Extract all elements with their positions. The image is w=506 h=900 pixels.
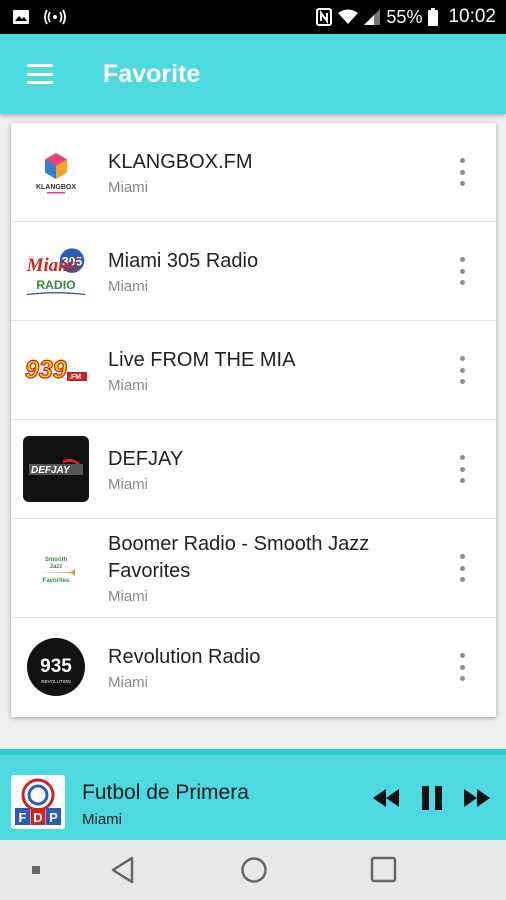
939-fm-logo: 939 .FM — [23, 337, 89, 403]
station-name: KLANGBOX.FM — [108, 150, 253, 173]
svg-text:Jazz: Jazz — [50, 564, 63, 570]
now-playing-location: Miami — [82, 811, 122, 828]
station-location: Miami — [108, 178, 148, 196]
list-item[interactable]: DEFJAY DEFJAY Miami — [11, 420, 496, 519]
svg-text:REVOLUTION: REVOLUTION — [41, 679, 70, 684]
station-name: Miami 305 Radio — [108, 249, 259, 272]
rewind-icon[interactable] — [372, 787, 400, 809]
list-item[interactable]: 935 REVOLUTION Revolution Radio Miami — [11, 618, 496, 716]
svg-text:D: D — [33, 810, 42, 825]
nfc-icon — [316, 8, 333, 26]
station-location: Miami — [108, 475, 148, 493]
page-title: Favorite — [103, 59, 201, 88]
app-bar: Favorite — [0, 34, 506, 114]
favorites-list: KLANGBOX KLANGBOX.FM Miami 305 Miami RAD… — [11, 123, 496, 717]
more-options-icon[interactable] — [454, 653, 470, 681]
svg-text:P: P — [49, 810, 58, 825]
fdp-logo: F D P — [11, 775, 65, 829]
more-options-icon[interactable] — [454, 554, 470, 582]
svg-text:KLANGBOX: KLANGBOX — [36, 184, 76, 191]
back-icon[interactable] — [110, 856, 136, 884]
boomer-radio-logo: Smooth Jazz Favorites — [23, 535, 89, 601]
more-options-icon[interactable] — [454, 455, 470, 483]
svg-text:Favorites: Favorites — [43, 578, 70, 584]
pause-icon[interactable] — [420, 785, 444, 811]
wifi-icon — [338, 9, 359, 24]
svg-text:DEFJAY: DEFJAY — [31, 465, 71, 476]
svg-text:Miami: Miami — [26, 255, 79, 276]
svg-text:939: 939 — [25, 356, 67, 384]
battery-percent: 55% — [386, 6, 423, 27]
more-options-icon[interactable] — [454, 158, 470, 186]
station-location: Miami — [108, 673, 148, 691]
svg-text:935: 935 — [40, 656, 72, 677]
miami-305-radio-logo: 305 Miami RADIO — [23, 238, 89, 304]
list-item[interactable]: 939 .FM Live FROM THE MIA Miami — [11, 321, 496, 420]
more-options-icon[interactable] — [454, 356, 470, 384]
mini-player[interactable]: F D P Futbol de Primera Miami — [0, 749, 506, 846]
station-location: Miami — [108, 588, 148, 605]
klangbox-logo: KLANGBOX — [23, 139, 89, 205]
battery-icon — [428, 8, 439, 26]
overview-icon[interactable] — [370, 856, 397, 883]
station-name: Live FROM THE MIA — [108, 348, 296, 371]
now-playing-title: Futbol de Primera — [82, 781, 249, 804]
station-name: DEFJAY — [108, 447, 184, 470]
recent-dot-icon[interactable] — [32, 866, 40, 874]
gallery-icon — [13, 10, 29, 24]
list-item[interactable]: KLANGBOX KLANGBOX.FM Miami — [11, 123, 496, 222]
fast-forward-icon[interactable] — [463, 787, 491, 809]
broadcast-icon — [44, 9, 66, 25]
svg-text:.FM: .FM — [69, 374, 81, 381]
station-name: Revolution Radio — [108, 645, 261, 668]
clock: 10:02 — [448, 6, 496, 27]
svg-text:RADIO: RADIO — [36, 278, 76, 292]
hamburger-menu-icon[interactable] — [27, 64, 53, 84]
station-location: Miami — [108, 277, 148, 295]
svg-text:Smooth: Smooth — [45, 557, 68, 563]
home-icon[interactable] — [240, 856, 268, 884]
station-location: Miami — [108, 376, 148, 394]
revolution-935-logo: 935 REVOLUTION — [23, 634, 89, 700]
defjay-logo: DEFJAY — [23, 436, 89, 502]
system-nav-bar — [0, 840, 506, 900]
status-bar: 55% 10:02 — [0, 0, 506, 34]
list-item[interactable]: 305 Miami RADIO Miami 305 Radio Miami — [11, 222, 496, 321]
station-name: Boomer Radio - Smooth Jazz Favorites — [108, 533, 370, 582]
svg-text:F: F — [19, 810, 27, 825]
more-options-icon[interactable] — [454, 257, 470, 285]
list-item[interactable]: Smooth Jazz Favorites Boomer Radio - Smo… — [11, 519, 496, 618]
signal-icon — [364, 9, 381, 25]
